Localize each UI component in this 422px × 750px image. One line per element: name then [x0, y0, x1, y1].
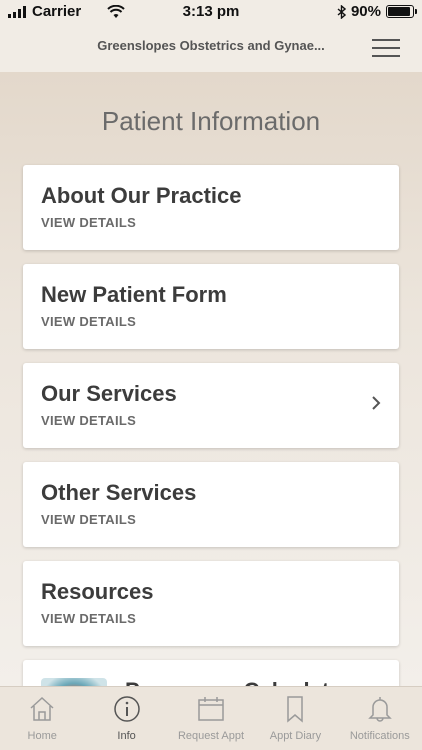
nav-bar: Greenslopes Obstetrics and Gynae... [0, 24, 422, 72]
card-resources[interactable]: Resources VIEW DETAILS [23, 561, 399, 646]
view-details-link: VIEW DETAILS [41, 413, 137, 428]
calendar-icon [198, 697, 224, 721]
chevron-right-icon [372, 396, 381, 410]
page-title: Patient Information [101, 106, 321, 136]
main-content[interactable]: Patient Information About Our Practice V… [0, 72, 422, 686]
view-details-link: VIEW DETAILS [41, 512, 137, 527]
card-title: Our Services [41, 381, 177, 406]
card-our-services[interactable]: Our Services VIEW DETAILS [23, 363, 399, 448]
card-title: Pregnancy Calculator [125, 678, 351, 686]
tab-label: Info [117, 730, 136, 742]
status-bar: Carrier 3:13 pm 90% [0, 0, 422, 24]
view-details-link: VIEW DETAILS [41, 314, 137, 329]
card-title: New Patient Form [41, 282, 227, 307]
tab-notifications[interactable]: Notifications [338, 687, 422, 750]
tab-info[interactable]: Info [84, 687, 168, 750]
bookmark-icon [287, 696, 304, 723]
bluetooth-icon [337, 4, 346, 19]
tab-appt-diary[interactable]: Appt Diary [253, 687, 337, 750]
card-title: Other Services [41, 480, 197, 505]
card-about-our-practice[interactable]: About Our Practice VIEW DETAILS [23, 165, 399, 250]
pregnancy-thumbnail [41, 678, 107, 686]
bell-icon [368, 697, 392, 722]
home-icon [30, 696, 54, 721]
menu-icon[interactable] [372, 39, 400, 57]
info-icon [113, 696, 140, 722]
tab-label: Notifications [349, 730, 410, 742]
tab-request-appt[interactable]: Request Appt [169, 687, 253, 750]
card-title: Resources [41, 579, 154, 604]
card-other-services[interactable]: Other Services VIEW DETAILS [23, 462, 399, 547]
status-right: 90% [337, 3, 417, 20]
view-details-link: VIEW DETAILS [41, 215, 137, 230]
tab-home[interactable]: Home [0, 687, 84, 750]
tab-label: Home [27, 730, 57, 742]
battery-icon [386, 5, 417, 18]
app-title: Greenslopes Obstetrics and Gynae... [97, 38, 325, 53]
view-details-link: VIEW DETAILS [41, 611, 137, 626]
tab-bar: Home Info Request Appt Appt Diary Notifi… [0, 686, 422, 750]
card-new-patient-form[interactable]: New Patient Form VIEW DETAILS [23, 264, 399, 349]
card-title: About Our Practice [41, 183, 242, 208]
tab-label: Request Appt [177, 730, 245, 742]
battery-fill [388, 7, 410, 16]
card-pregnancy-calculator[interactable]: Pregnancy Calculator [23, 660, 399, 686]
battery-percent: 90% [350, 3, 381, 20]
tab-label: Appt Diary [269, 730, 322, 742]
